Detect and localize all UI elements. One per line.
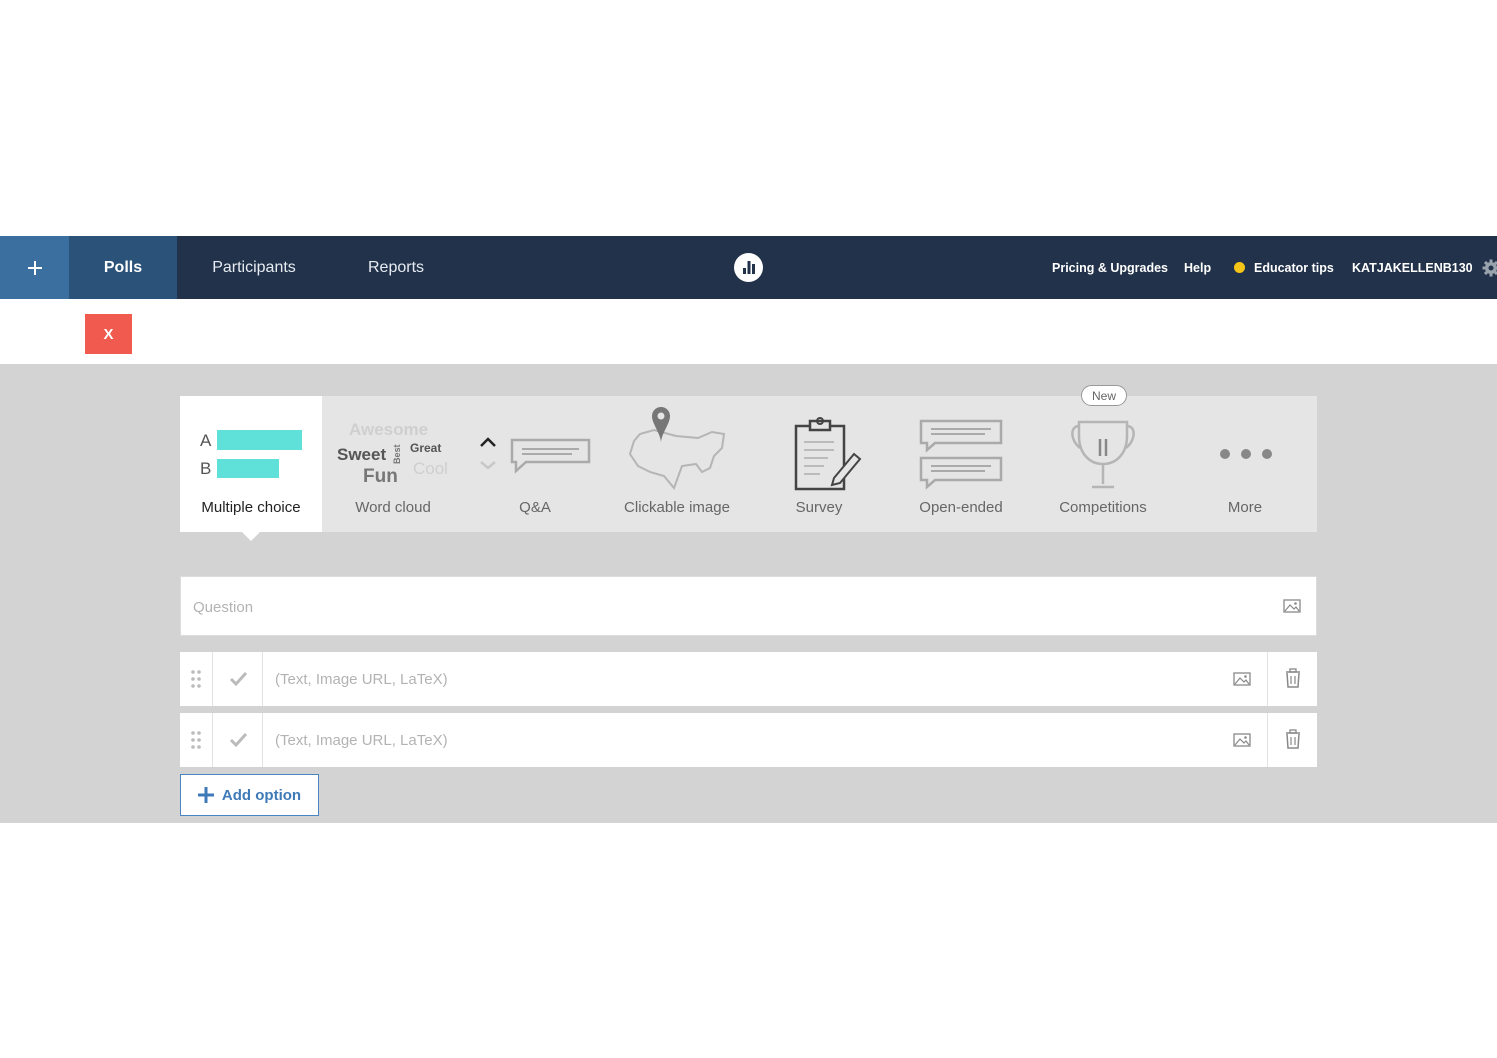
username-label: KATJAKELLENB130	[1352, 260, 1473, 275]
gear-icon	[1482, 259, 1497, 276]
type-label: More	[1227, 499, 1263, 516]
type-label: Competitions	[1059, 499, 1147, 516]
activity-type-selector: A B Multiple choice Awesome Sweet Best G…	[180, 396, 1317, 532]
image-icon[interactable]	[1283, 599, 1301, 613]
trash-icon	[1286, 668, 1300, 688]
drag-handle-icon	[191, 670, 201, 688]
close-button[interactable]: X	[85, 314, 132, 354]
plus-icon	[27, 260, 42, 275]
qa-upvote-icon	[480, 437, 591, 474]
user-menu[interactable]: KATJAKELLENB130	[1352, 236, 1497, 299]
image-icon[interactable]	[1233, 733, 1251, 747]
clipboard-icon	[794, 417, 862, 491]
option-b-letter: B	[200, 459, 212, 478]
selected-type-pointer	[242, 532, 260, 541]
tips-indicator-icon	[1234, 262, 1245, 273]
new-badge: New	[1081, 385, 1127, 406]
add-option-label: Add option	[221, 786, 302, 804]
type-open-ended[interactable]: Open-ended	[890, 396, 1032, 532]
mark-correct-toggle[interactable]	[213, 713, 263, 767]
trophy-icon	[1071, 420, 1135, 489]
add-option-button[interactable]: Add option	[180, 774, 319, 816]
type-label: Q&A	[519, 499, 551, 516]
tab-reports[interactable]: Reports	[350, 236, 442, 299]
answer-option	[180, 652, 1317, 706]
type-more[interactable]: More	[1174, 396, 1316, 532]
type-label: Clickable image	[624, 499, 730, 516]
plus-icon	[197, 787, 214, 803]
map-pin-icon	[628, 407, 726, 490]
option-input[interactable]	[275, 729, 1215, 751]
top-navbar: Polls Participants Reports Pricing & Upg…	[0, 236, 1497, 299]
add-poll-button[interactable]	[0, 236, 69, 299]
type-word-cloud[interactable]: Awesome Sweet Best Great Fun Cool Word c…	[322, 396, 464, 532]
delete-option-button[interactable]	[1267, 652, 1317, 706]
type-clickable-image[interactable]: Clickable image	[606, 396, 748, 532]
help-link[interactable]: Help	[1184, 236, 1211, 299]
checkmark-icon	[229, 671, 248, 687]
option-input[interactable]	[275, 668, 1215, 690]
type-label: Multiple choice	[201, 499, 301, 516]
answer-option	[180, 713, 1317, 767]
type-competitions[interactable]: Competitions	[1032, 396, 1174, 532]
pricing-link[interactable]: Pricing & Upgrades	[1052, 236, 1168, 299]
type-label: Word cloud	[355, 499, 431, 516]
educator-tips-link[interactable]: Educator tips	[1234, 236, 1334, 299]
type-label: Open-ended	[919, 499, 1003, 516]
type-qa[interactable]: Q&A	[464, 396, 606, 532]
speech-bubbles-icon	[919, 419, 1003, 490]
drag-handle[interactable]	[180, 652, 213, 706]
type-survey[interactable]: Survey	[748, 396, 890, 532]
trash-icon	[1286, 729, 1300, 749]
checkmark-icon	[229, 732, 248, 748]
type-label: Survey	[795, 499, 843, 516]
more-dots-icon	[1220, 449, 1272, 459]
tab-participants[interactable]: Participants	[192, 236, 316, 299]
mark-correct-toggle[interactable]	[213, 652, 263, 706]
tab-polls[interactable]: Polls	[69, 236, 177, 299]
drag-handle[interactable]	[180, 713, 213, 767]
educator-tips-label: Educator tips	[1254, 260, 1334, 275]
drag-handle-icon	[191, 731, 201, 749]
app-logo[interactable]	[734, 253, 763, 282]
question-box	[180, 576, 1317, 636]
word-cloud-icon: Awesome Sweet Best Great Fun Cool	[337, 420, 448, 487]
question-input[interactable]	[193, 596, 1243, 618]
image-icon[interactable]	[1233, 672, 1251, 686]
bar-chart-logo-icon	[743, 261, 755, 274]
delete-option-button[interactable]	[1267, 713, 1317, 767]
type-multiple-choice[interactable]: A B Multiple choice	[180, 396, 322, 532]
option-a-letter: A	[200, 431, 212, 450]
